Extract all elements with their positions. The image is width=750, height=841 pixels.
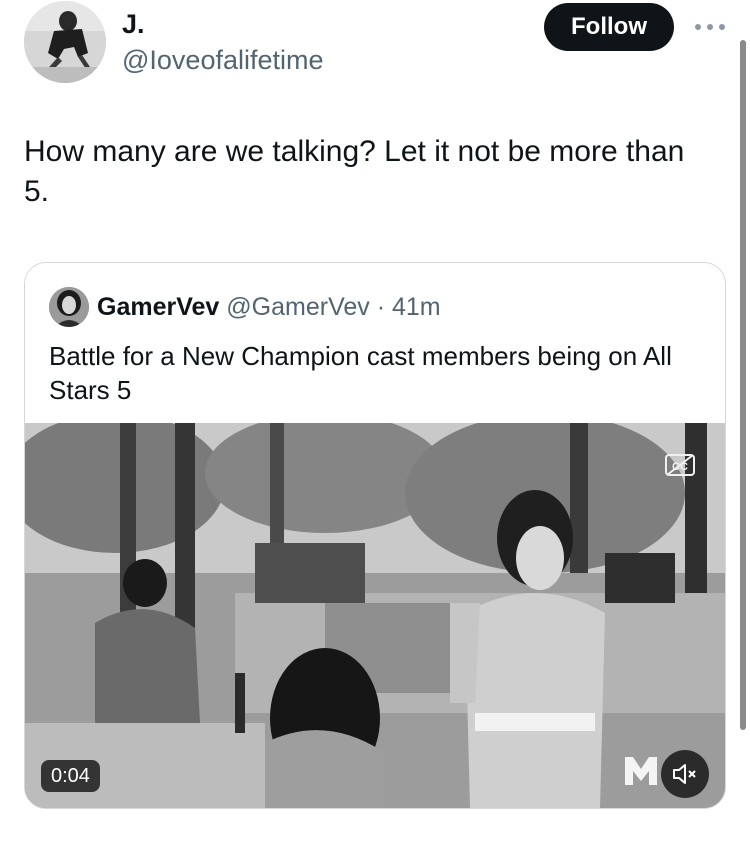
closed-captions-icon[interactable]: CC — [665, 453, 695, 477]
author-avatar[interactable] — [24, 1, 106, 83]
author-avatar-image — [24, 1, 106, 83]
quoted-post-text: Battle for a New Champion cast members b… — [49, 341, 672, 405]
mute-toggle-button[interactable] — [661, 750, 709, 798]
more-horizontal-icon — [695, 24, 725, 30]
video-timestamp: 0:04 — [41, 760, 100, 792]
svg-text:CC: CC — [672, 461, 688, 473]
mtv-logo — [625, 757, 657, 785]
quoted-post-time[interactable]: 41m — [392, 293, 441, 321]
volume-muted-icon — [673, 764, 696, 784]
quoted-author-avatar[interactable] — [49, 287, 89, 327]
author-handle[interactable]: @Ioveofalifetime — [122, 44, 324, 76]
more-options-button[interactable] — [690, 10, 730, 44]
video-frame — [25, 423, 725, 808]
quoted-author-handle[interactable]: @GamerVev — [226, 293, 369, 321]
quoted-author-avatar-image — [49, 287, 89, 327]
quoted-post-header: GamerVev @GamerVev · 41m — [97, 291, 441, 323]
meta-separator: · — [376, 293, 386, 321]
quoted-post-card[interactable]: GamerVev @GamerVev · 41m Battle for a Ne… — [24, 262, 726, 809]
follow-button[interactable]: Follow — [544, 3, 674, 51]
post-text: How many are we talking? Let it not be m… — [24, 135, 685, 208]
quoted-author-display-name[interactable]: GamerVev — [97, 293, 219, 321]
page-scrollbar[interactable] — [740, 40, 746, 730]
video-player[interactable]: CC 0:04 — [25, 423, 725, 808]
post-detail-page: J. @Ioveofalifetime Follow How many are … — [0, 0, 750, 841]
author-display-name[interactable]: J. — [122, 8, 145, 40]
